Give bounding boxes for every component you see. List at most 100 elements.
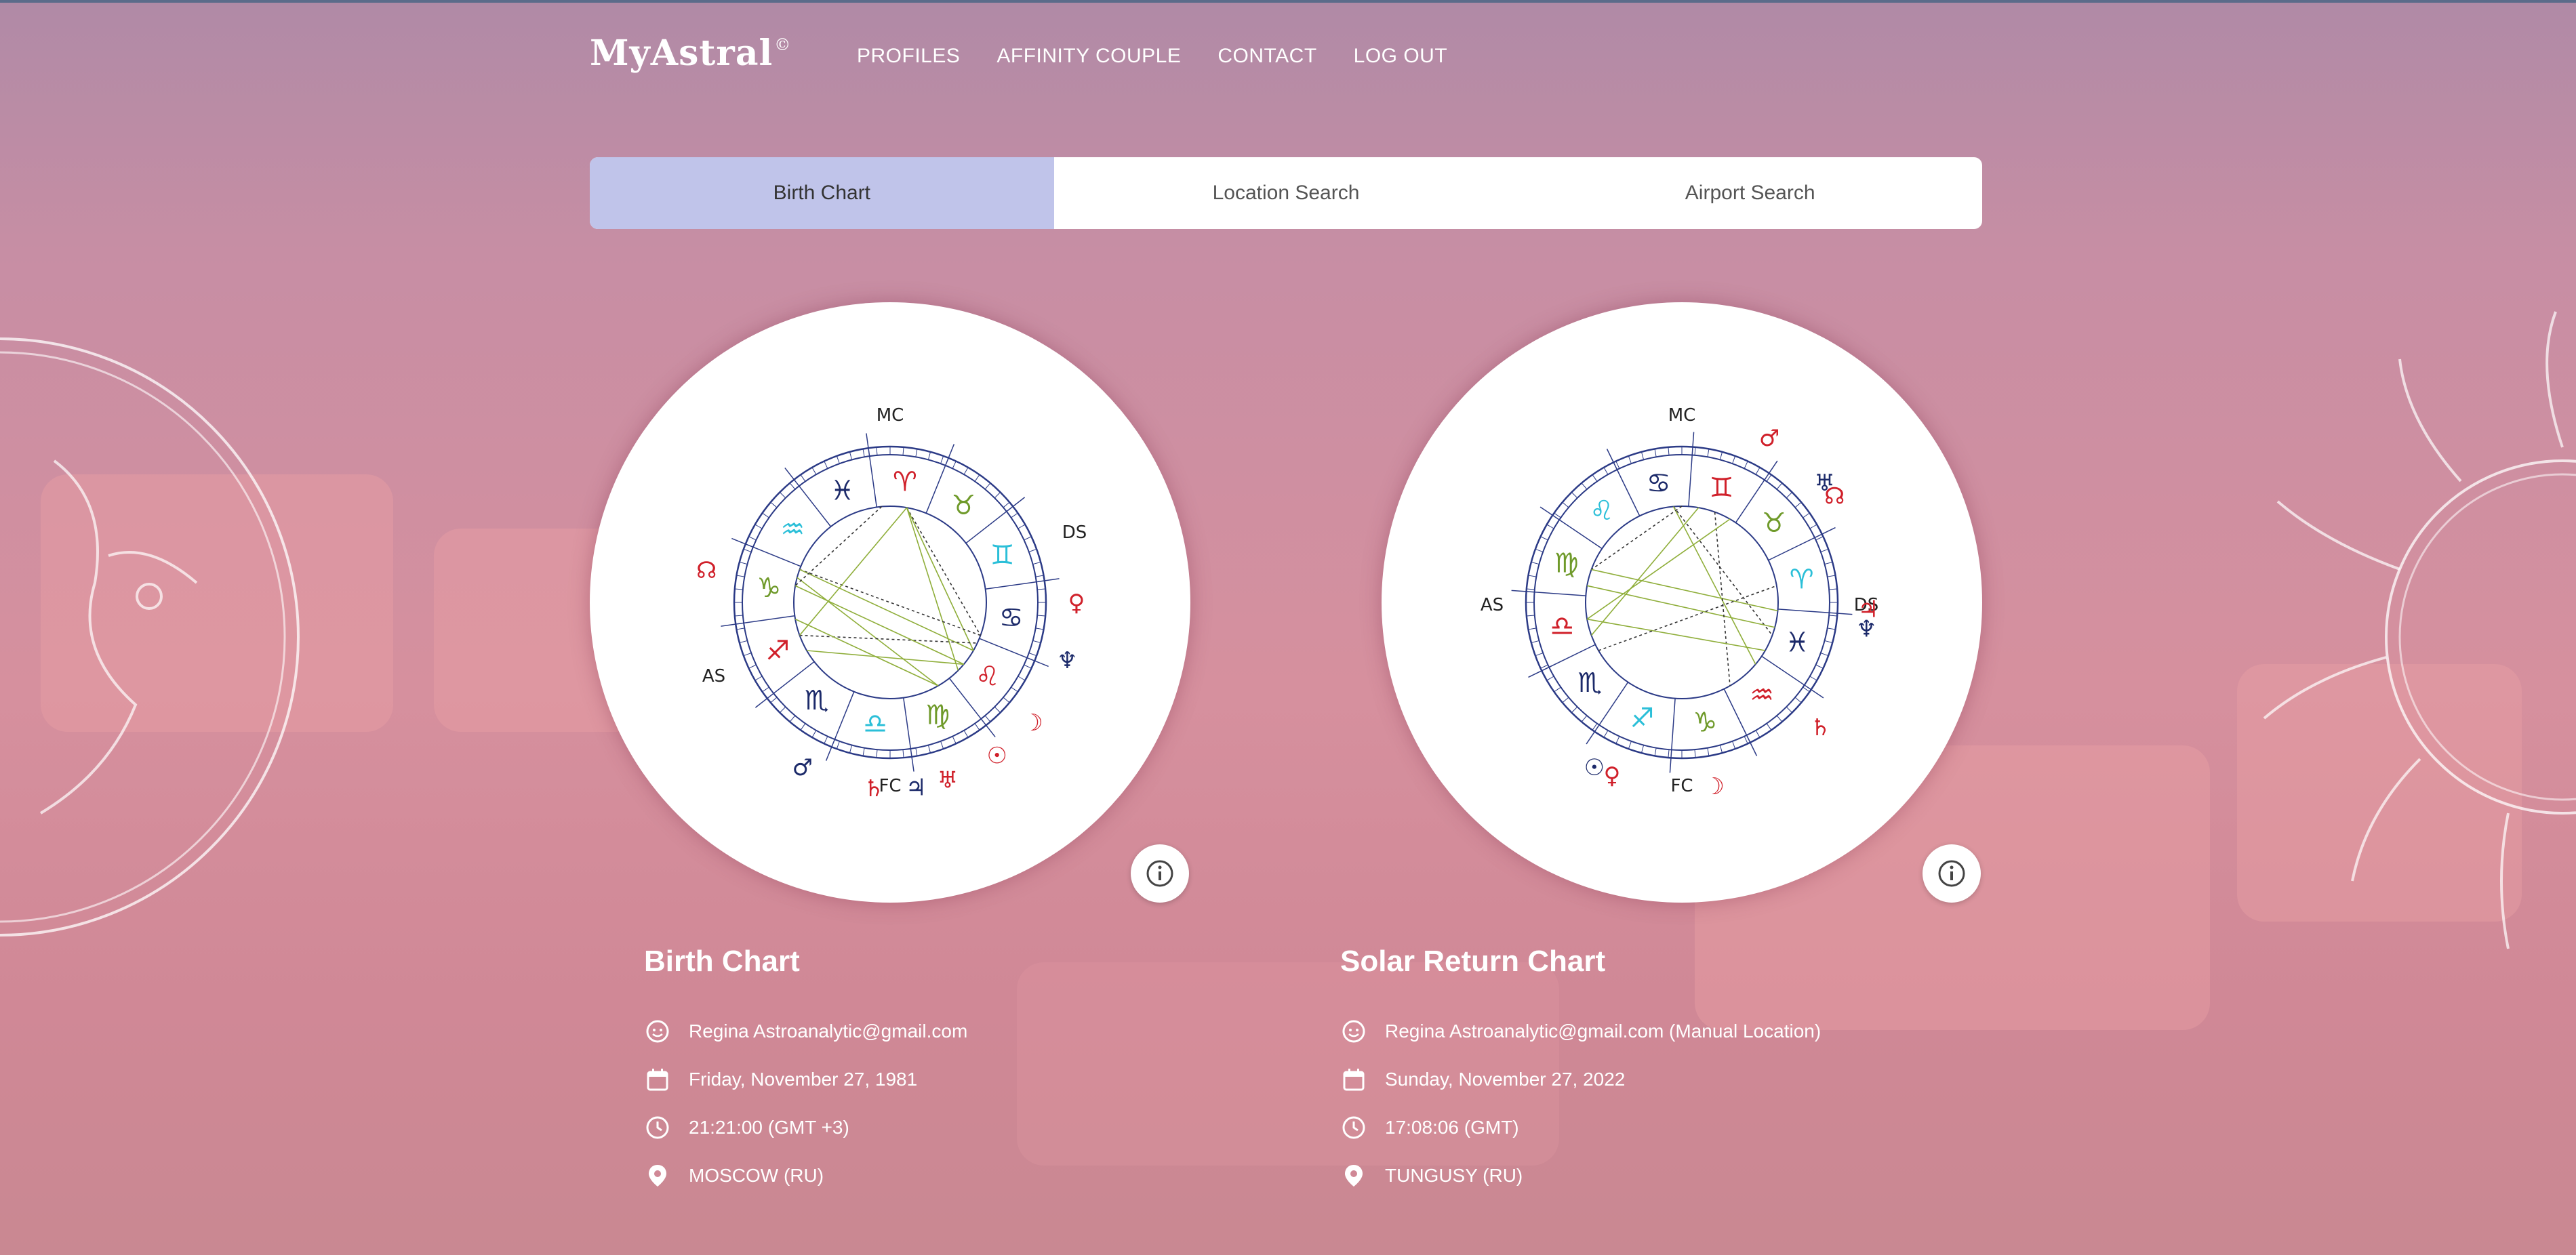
degree-tick (994, 492, 1001, 499)
degree-tick (940, 455, 944, 464)
aspect-line (1586, 518, 1731, 620)
planet-glyph: ☽ (1704, 773, 1725, 800)
zodiac-sign-glyph: ♑ (757, 573, 781, 604)
person-value: Regina Astroanalytic@gmail.com (Manual L… (1385, 1020, 1822, 1042)
degree-tick (1018, 676, 1026, 681)
degree-tick (902, 447, 904, 455)
degree-tick (1526, 588, 1535, 590)
degree-tick (1794, 501, 1802, 508)
degree-tick (1526, 615, 1535, 617)
degree-tick (1786, 492, 1792, 499)
degree-tick (862, 747, 865, 756)
degree-tick (940, 741, 944, 749)
tab-airport-search[interactable]: Airport Search (1518, 157, 1982, 229)
degree-tick (754, 524, 763, 529)
date-value: Friday, November 27, 1981 (689, 1068, 918, 1090)
house-cusp (1511, 590, 1586, 596)
degree-tick (1707, 747, 1710, 756)
degree-tick (1820, 548, 1829, 552)
tab-birth-chart[interactable]: Birth Chart (590, 157, 1054, 229)
degree-tick (743, 548, 752, 552)
degree-tick (762, 686, 769, 693)
aspect-line (799, 507, 908, 636)
degree-tick (1668, 447, 1670, 455)
as-label: AS (1481, 595, 1504, 615)
birth-chart-wheel: ♈ ♉ ♊ ♋ ♌ ♍ ♎ ♏ ♐ ♑ ♒ ♓ MC DS AS FC ♀ ♆ ☽ ☉ ♂ ♄ ♅ ♃ ☊ (590, 302, 1190, 903)
clock-icon (1340, 1114, 1367, 1141)
location-value: TUNGUSY (RU) (1385, 1164, 1523, 1186)
planet-glyph: ♆ (1856, 615, 1876, 642)
degree-tick (1024, 664, 1032, 669)
degree-tick (1654, 747, 1657, 756)
degree-tick (1732, 741, 1736, 749)
degree-tick (1719, 451, 1723, 460)
degree-tick (770, 501, 778, 508)
degree-tick (811, 730, 817, 738)
degree-tick (734, 615, 743, 617)
brand-logo[interactable]: MyAstral© (590, 33, 791, 74)
planet-glyph: ☊ (1824, 482, 1845, 510)
degree-tick (1535, 548, 1544, 552)
solar-return-chart-svg: ♊♉♈♓♒♑♐♏♎♍♌♋MCDSASFC♂♅☊♃♆♄☽☉♀ (1481, 405, 1878, 800)
zodiac-sign-glyph: ♒ (1750, 680, 1774, 711)
degree-tick (1641, 745, 1645, 754)
solar-return-info-button[interactable] (1923, 844, 1981, 903)
degree-tick (984, 715, 991, 722)
zodiac-sign-glyph: ♍ (925, 700, 950, 731)
degree-tick (800, 723, 806, 731)
aspect-line (806, 650, 964, 665)
tab-location-search[interactable]: Location Search (1054, 157, 1518, 229)
zodiac-sign-glyph: ♓ (830, 475, 855, 506)
location-row: MOSCOW (RU) (644, 1151, 967, 1199)
zodiac-sign-glyph: ♎ (863, 709, 887, 740)
degree-tick (736, 628, 745, 630)
degree-tick (1755, 467, 1760, 475)
degree-tick (762, 512, 769, 518)
solar-return-details: Solar Return Chart Regina Astroanalytic@… (1340, 945, 1821, 1199)
nav-log-out[interactable]: LOG OUT (1354, 45, 1448, 68)
degree-tick (836, 741, 840, 749)
aspect-line (906, 507, 982, 636)
planet-glyph: ♄ (1810, 714, 1830, 741)
person-row: Regina Astroanalytic@gmail.com (Manual L… (1340, 1007, 1821, 1055)
zodiac-sign-glyph: ♐ (765, 635, 790, 666)
planet-glyph: ♅ (938, 767, 958, 794)
degree-tick (1037, 588, 1046, 590)
nav-affinity-couple[interactable]: AFFINITY COUPLE (997, 45, 1181, 68)
degree-tick (1528, 628, 1537, 630)
degree-tick (743, 653, 752, 657)
nav-contact[interactable]: CONTACT (1217, 45, 1316, 68)
location-pin-icon (644, 1162, 671, 1189)
brand-name: MyAstral (590, 33, 773, 74)
bg-rock (2237, 664, 2522, 922)
degree-tick (927, 451, 931, 460)
birth-chart-details: Birth Chart Regina Astroanalytic@gmail.c… (644, 945, 967, 1199)
aspect-line (794, 618, 939, 686)
degree-tick (1581, 715, 1588, 722)
degree-tick (1581, 482, 1588, 490)
planet-glyph: ☽ (1022, 709, 1043, 737)
zodiac-sign-glyph: ♉ (1762, 508, 1786, 539)
aspect-line (1591, 569, 1778, 612)
degree-tick (1546, 676, 1554, 681)
fc-label: FC (1670, 776, 1693, 796)
degree-tick (1824, 561, 1833, 565)
degree-tick (1809, 524, 1817, 529)
degree-tick (1032, 640, 1041, 644)
zodiac-sign-glyph: ♐ (1630, 703, 1654, 734)
degree-tick (1037, 615, 1046, 617)
degree-tick (1592, 474, 1598, 482)
birth-chart-info-button[interactable] (1131, 844, 1189, 903)
house-cusp (1777, 609, 1853, 615)
planet-glyph: ☉ (1584, 754, 1605, 781)
nav-profiles[interactable]: PROFILES (857, 45, 960, 68)
location-pin-icon (1340, 1162, 1367, 1189)
degree-tick (780, 492, 786, 499)
planet-glyph: ☉ (986, 742, 1007, 769)
zodiac-sign-glyph: ♌ (1590, 495, 1614, 527)
person-value: Regina Astroanalytic@gmail.com (689, 1020, 968, 1042)
degree-tick (754, 676, 763, 681)
degree-tick (780, 706, 786, 713)
aspect-line (1590, 507, 1699, 636)
degree-tick (811, 467, 817, 475)
